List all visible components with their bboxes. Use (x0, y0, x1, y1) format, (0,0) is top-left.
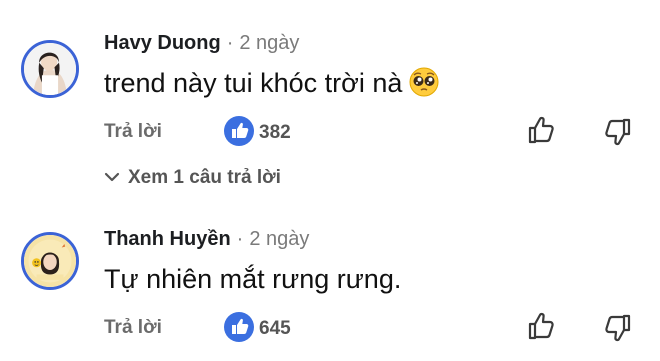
author-name[interactable]: Thanh Huyền (104, 228, 231, 250)
comment-text: trend này tui khóc trời nà (104, 68, 403, 98)
thumbs-down-icon[interactable] (603, 313, 631, 343)
like-count: 382 (259, 122, 291, 143)
comment-time: 2 ngày (249, 228, 310, 250)
comment-header: Thanh Huyền · 2 ngày (104, 228, 309, 251)
thumbs-up-icon[interactable] (528, 115, 556, 145)
author-name[interactable]: Havy Duong (104, 32, 221, 54)
view-replies-label: Xem 1 câu trả lời (128, 167, 281, 189)
reply-button[interactable]: Trả lời (104, 121, 162, 143)
thumbs-up-icon[interactable] (528, 311, 556, 341)
avatar[interactable] (21, 232, 79, 290)
comment-time: 2 ngày (239, 32, 300, 54)
like-reaction-icon (224, 116, 254, 146)
comment-body: trend này tui khóc trời nà (104, 66, 440, 105)
comment-actions: Trả lời 382 (0, 113, 660, 153)
comment-actions: Trả lời 645 (0, 309, 660, 349)
comment-body: Tự nhiên mắt rưng rưng. (104, 264, 401, 295)
avatar[interactable] (21, 40, 79, 98)
comment-text: Tự nhiên mắt rưng rưng. (104, 264, 402, 294)
separator-dot: · (226, 32, 234, 54)
like-count: 645 (259, 318, 291, 339)
avatar-photo (24, 235, 76, 287)
separator-dot: · (236, 228, 244, 250)
like-reaction-icon (224, 312, 254, 342)
comment-header: Havy Duong · 2 ngày (104, 32, 299, 55)
avatar-photo (24, 43, 76, 95)
thumbs-down-icon[interactable] (603, 117, 631, 147)
pleading-face-emoji-icon (408, 66, 440, 105)
chevron-down-icon (104, 167, 120, 189)
reply-button[interactable]: Trả lời (104, 317, 162, 339)
view-replies-button[interactable]: Xem 1 câu trả lời (104, 167, 281, 193)
